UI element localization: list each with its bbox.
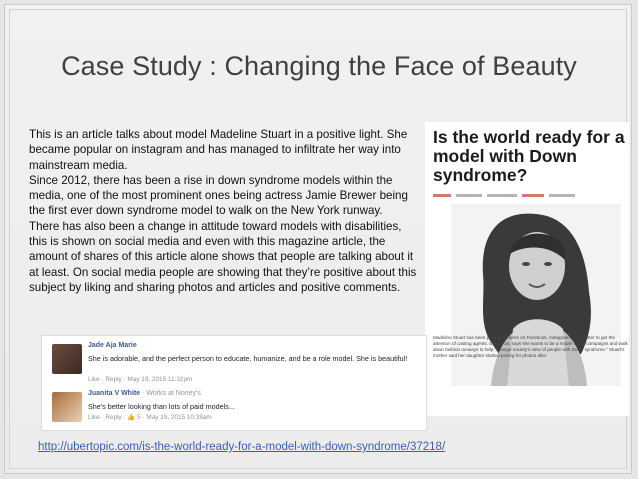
avatar[interactable] (52, 392, 82, 422)
avatar[interactable] (52, 344, 82, 374)
comment-author[interactable]: Juanita V White · Works at Noney's (88, 390, 201, 397)
facebook-comments: Jade Aja Marie She is adorable, and the … (41, 335, 427, 431)
article-caption: Madeline Stuart has been posting picture… (433, 335, 628, 358)
article-headline: Is the world ready for a model with Down… (433, 127, 625, 185)
comment-author[interactable]: Jade Aja Marie (88, 342, 137, 349)
comment-text: She's better looking than lots of paid m… (88, 402, 235, 411)
body-text: This is an article talks about model Mad… (29, 127, 421, 295)
comment-meta[interactable]: Like · Reply · May 19, 2015 11:32pm (88, 376, 192, 383)
article-screenshot: Is the world ready for a model with Down… (425, 122, 629, 416)
comment-author-name[interactable]: Jade Aja Marie (88, 342, 137, 349)
comment-author-works: · Works at Noney's (140, 390, 201, 397)
slide: Case Study : Changing the Face of Beauty… (4, 4, 632, 474)
article-meta-bar (433, 191, 627, 199)
body-paragraph: There has also been a change in attitude… (29, 219, 417, 294)
slide-title: Case Study : Changing the Face of Beauty (61, 51, 577, 81)
comment-text: She is adorable, and the perfect person … (88, 354, 408, 363)
comment-author-name[interactable]: Juanita V White (88, 390, 140, 397)
source-link[interactable]: http://ubertopic.com/is-the-world-ready-… (38, 441, 445, 453)
body-paragraph: This is an article talks about model Mad… (29, 128, 408, 172)
comment-meta[interactable]: Like · Reply · 👍 5 · May 19, 2015 10:38a… (88, 413, 212, 421)
body-paragraph: Since 2012, there has been a rise in dow… (29, 173, 408, 218)
